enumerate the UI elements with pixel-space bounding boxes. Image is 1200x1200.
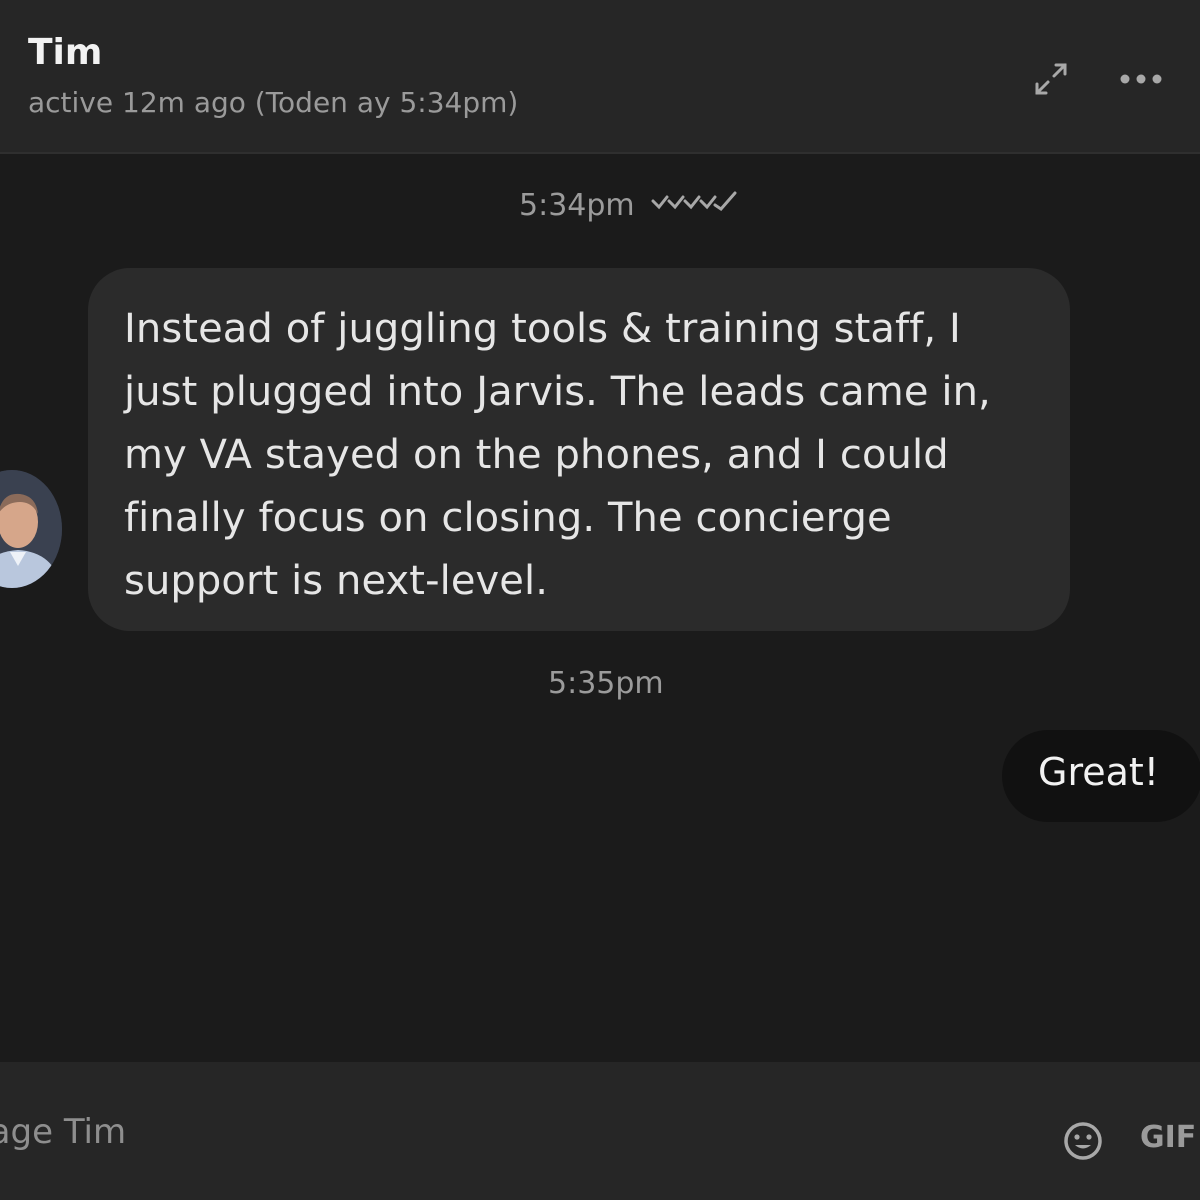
emoji-icon — [1064, 1122, 1102, 1160]
more-icon — [1120, 74, 1162, 84]
avatar[interactable] — [0, 470, 62, 588]
message-text: Instead of juggling tools & training sta… — [124, 306, 991, 604]
contact-status: active 12m ago (Toden ay 5:34pm) — [28, 86, 519, 119]
incoming-message-bubble[interactable]: Instead of juggling tools & training sta… — [88, 268, 1070, 631]
emoji-button[interactable] — [1060, 1118, 1106, 1164]
gif-button[interactable]: GIF — [1140, 1120, 1196, 1155]
message-timestamp: 5:34pm — [519, 188, 739, 223]
expand-button[interactable] — [1028, 56, 1074, 102]
avatar-photo — [0, 470, 62, 588]
outgoing-message-bubble[interactable]: Great! — [1002, 730, 1200, 822]
more-options-button[interactable] — [1116, 56, 1166, 102]
message-timestamp: 5:35pm — [548, 666, 664, 701]
message-text: Great! — [1038, 750, 1160, 794]
expand-icon — [1035, 63, 1067, 95]
timestamp-text: 5:34pm — [519, 188, 635, 223]
contact-name[interactable]: Tim — [28, 32, 102, 73]
message-composer: GIF — [0, 1062, 1200, 1200]
read-receipt-icon — [651, 188, 739, 223]
chat-window: Tim active 12m ago (Toden ay 5:34pm) 5:3… — [0, 0, 1200, 1200]
message-input[interactable] — [0, 1102, 804, 1162]
chat-header: Tim active 12m ago (Toden ay 5:34pm) — [0, 0, 1200, 154]
